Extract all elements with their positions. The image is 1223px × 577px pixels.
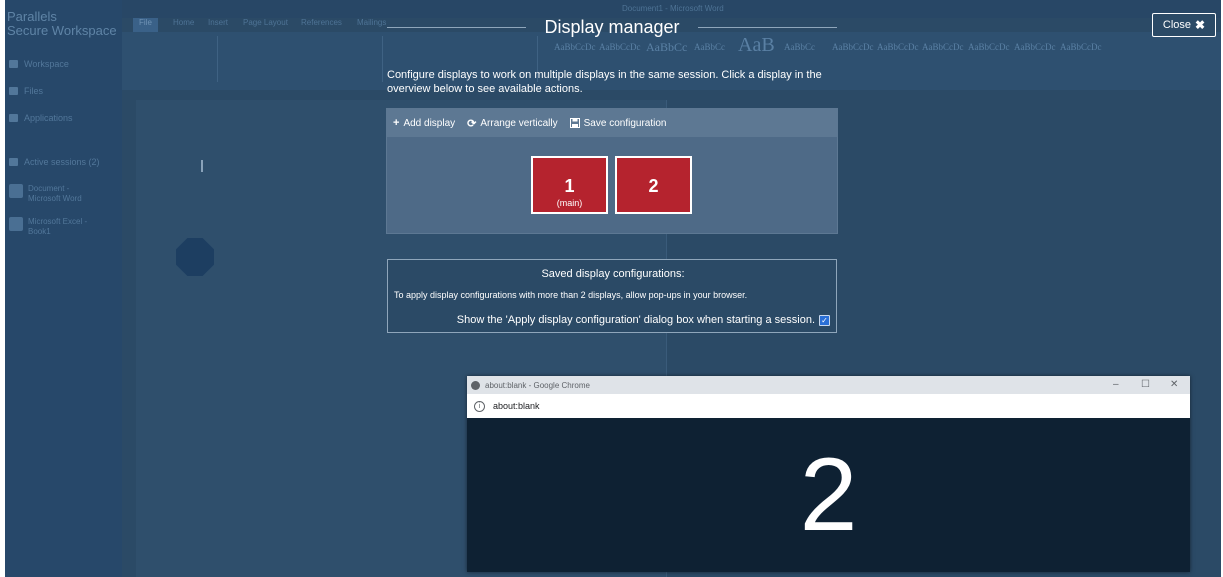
arrange-vertically-button[interactable]: ⟳ Arrange vertically	[467, 117, 557, 130]
ribbon-group-font	[222, 36, 383, 82]
display-main-label: (main)	[556, 198, 583, 208]
folder-icon	[9, 87, 18, 95]
brand-line-2: Secure Workspace	[7, 23, 117, 38]
style-quote: AaBbCcDc	[1014, 42, 1056, 52]
dialog-title: Display manager	[544, 16, 680, 37]
info-icon: i	[474, 400, 485, 412]
chrome-favicon-icon	[471, 380, 480, 390]
ribbon-group-clipboard	[127, 36, 218, 82]
ribbon-tab-references: References	[301, 18, 342, 27]
word-window-title: Document1 - Microsoft Word	[622, 4, 724, 13]
dialog-intro-text: Configure displays to work on multiple d…	[387, 69, 822, 95]
ribbon-tab-mailings: Mailings	[357, 18, 387, 27]
style-no-spacing: AaBbCcDc	[599, 42, 641, 52]
minimize-icon[interactable]: –	[1113, 379, 1119, 390]
sidebar-item-files: Files	[9, 86, 43, 96]
display-overview-panel: + Add display ⟳ Arrange vertically Save …	[387, 109, 837, 233]
display-identifier-number: 2	[799, 436, 858, 553]
chrome-popup-window: about:blank - Google Chrome – ☐ ✕ i abou…	[467, 376, 1190, 572]
display-2-tile[interactable]: 2	[615, 156, 692, 214]
floppy-disk-icon	[569, 118, 580, 128]
style-intense-emphasis: AaBbCcDc	[922, 42, 964, 52]
brand-logo: Parallels Secure Workspace	[7, 10, 117, 38]
title-divider-right	[697, 26, 837, 28]
show-apply-dialog-label: Show the 'Apply display configuration' d…	[456, 314, 815, 326]
display-1-tile[interactable]: 1 (main)	[531, 156, 608, 214]
ribbon-tab-page-layout: Page Layout	[243, 18, 288, 27]
session-excel: Microsoft Excel - Book1	[9, 217, 87, 237]
ribbon-tab-file: File	[133, 18, 158, 32]
ribbon-tab-insert: Insert	[208, 18, 229, 27]
excel-icon	[9, 217, 23, 231]
chrome-title-bar[interactable]: about:blank - Google Chrome – ☐ ✕	[467, 376, 1190, 394]
display-toolbar: + Add display ⟳ Arrange vertically Save …	[387, 109, 837, 137]
style-subtle-emphasis: AaBbCcDc	[832, 42, 874, 52]
refresh-icon: ⟳	[467, 117, 477, 130]
display-number: 2	[648, 176, 659, 196]
title-divider-left	[387, 26, 527, 28]
close-icon: ✖	[1195, 18, 1206, 32]
style-heading-2: AaBbCc	[694, 42, 725, 52]
chrome-address-bar[interactable]: i about:blank	[467, 394, 1190, 419]
style-intense-quote: AaBbCcDc	[1060, 42, 1102, 52]
workspace-icon	[9, 60, 18, 68]
style-emphasis: AaBbCcDc	[877, 42, 919, 52]
address-text: about:blank	[493, 401, 540, 411]
sidebar-item-active-sessions: Active sessions (2)	[9, 157, 100, 167]
sidebar-item-workspace: Workspace	[9, 59, 69, 69]
style-heading-1: AaBbCc	[646, 40, 688, 54]
show-apply-dialog-checkbox[interactable]: ✓	[819, 314, 830, 326]
brand-line-1: Parallels	[7, 9, 57, 24]
add-display-button[interactable]: + Add display	[393, 117, 455, 129]
session-word: Document - Microsoft Word	[9, 184, 82, 204]
close-button-label: Close	[1162, 19, 1192, 31]
saved-configurations-title: Saved display configurations:	[541, 268, 685, 280]
grid-icon	[9, 114, 18, 122]
text-cursor	[201, 160, 203, 172]
chrome-page-content: 2	[467, 418, 1190, 572]
dialog-header: Display manager	[387, 14, 837, 40]
popup-note: To apply display configurations with mor…	[394, 290, 748, 300]
maximize-icon[interactable]: ☐	[1141, 379, 1150, 390]
style-subtitle: AaBbCc	[784, 42, 815, 52]
sidebar-item-applications: Applications	[9, 113, 73, 123]
display-number: 1	[564, 176, 575, 196]
style-normal: AaBbCcDc	[554, 42, 596, 52]
style-strong: AaBbCcDc	[968, 42, 1010, 52]
close-window-icon[interactable]: ✕	[1170, 379, 1178, 390]
app-sidebar: Parallels Secure Workspace Workspace Fil…	[5, 0, 122, 577]
plus-icon: +	[393, 117, 400, 129]
close-button[interactable]: Close ✖	[1152, 13, 1216, 37]
ribbon-tab-home: Home	[173, 18, 195, 27]
word-icon	[9, 184, 23, 198]
chrome-window-title: about:blank - Google Chrome	[485, 380, 590, 390]
save-configuration-button[interactable]: Save configuration	[569, 118, 666, 129]
sessions-icon	[9, 158, 18, 166]
show-apply-dialog-option[interactable]: Show the 'Apply display configuration' d…	[457, 314, 830, 326]
saved-configurations-box: Saved display configurations: To apply d…	[387, 259, 837, 333]
